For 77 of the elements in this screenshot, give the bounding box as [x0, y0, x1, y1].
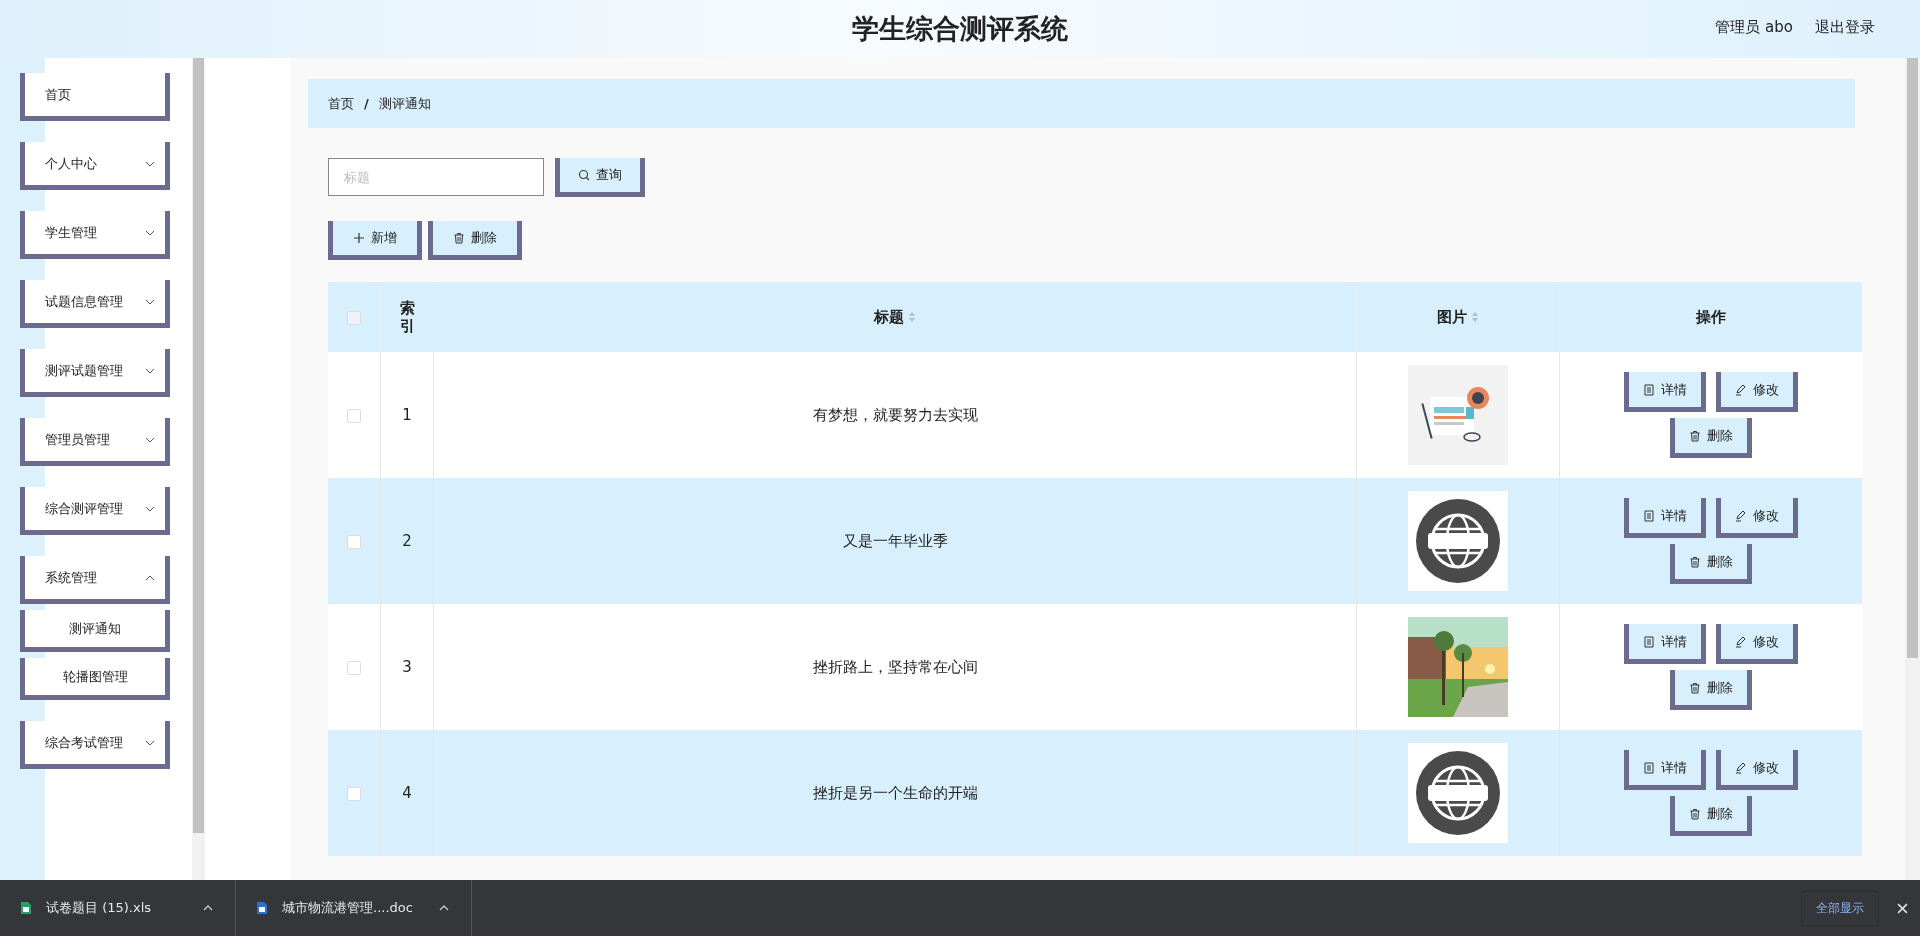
show-all-button[interactable]: 全部显示 — [1801, 890, 1879, 926]
index-cell: 3 — [402, 658, 412, 676]
submenu-item[interactable]: 测评通知 — [20, 610, 170, 652]
select-all-checkbox[interactable] — [347, 310, 361, 325]
trash-icon — [1689, 681, 1701, 694]
details-button[interactable]: 详情 — [1624, 498, 1706, 538]
delete-button[interactable]: 删除 — [1670, 670, 1752, 710]
details-button[interactable]: 详情 — [1624, 372, 1706, 412]
chevron-up-icon[interactable] — [439, 905, 449, 911]
details-button[interactable]: 详情 — [1624, 750, 1706, 790]
column-header: 图片 — [1437, 307, 1467, 327]
index-cell: 2 — [402, 532, 412, 550]
breadcrumb-link[interactable]: 首页 — [328, 94, 354, 113]
column-header: 标题 — [874, 307, 904, 327]
row-checkbox[interactable] — [347, 534, 361, 549]
document-file-icon — [256, 901, 268, 915]
document-icon — [1643, 761, 1655, 774]
index-cell: 4 — [402, 784, 412, 802]
title-cell: 挫折路上，坚持常在心间 — [812, 657, 978, 676]
pencil-icon — [1735, 761, 1747, 774]
edit-button[interactable]: 修改 — [1716, 372, 1798, 412]
chevron-up-icon[interactable] — [203, 905, 213, 911]
download-file-name[interactable]: 城市物流港管理....doc — [282, 899, 425, 917]
document-icon — [1643, 383, 1655, 396]
search-button[interactable]: 查询 — [555, 158, 645, 197]
delete-button[interactable]: 删除 — [1670, 418, 1752, 458]
trash-icon — [1689, 555, 1701, 568]
menu-item[interactable]: 管理员管理 — [20, 418, 170, 466]
search-field[interactable]: 标题 — [328, 158, 544, 196]
menu-item[interactable]: 综合测评管理 — [20, 487, 170, 535]
plus-icon — [353, 232, 365, 244]
menu-item[interactable]: 系统管理 — [20, 556, 170, 604]
trash-icon — [1689, 807, 1701, 820]
menu-item[interactable]: 综合考试管理 — [20, 721, 170, 769]
menu-item[interactable]: 学生管理 — [20, 211, 170, 259]
document-icon — [1643, 635, 1655, 648]
column-header: 索引 — [398, 299, 416, 335]
submenu-item[interactable]: 轮播图管理 — [20, 658, 170, 700]
download-file-name[interactable]: 试卷题目 (15).xls — [46, 899, 189, 917]
row-checkbox[interactable] — [347, 786, 361, 801]
document-icon — [1643, 509, 1655, 522]
menu-item[interactable]: 测评试题管理 — [20, 349, 170, 397]
pencil-icon — [1735, 635, 1747, 648]
spreadsheet-file-icon — [20, 901, 32, 915]
trash-icon — [1689, 429, 1701, 442]
menu-item[interactable]: 首页 — [20, 73, 170, 121]
add-button[interactable]: 新增 — [328, 221, 422, 260]
scrollbar[interactable] — [192, 58, 205, 880]
menu-item[interactable]: 个人中心 — [20, 142, 170, 190]
title-cell: 挫折是另一个生命的开端 — [812, 783, 978, 802]
sort-icon[interactable] — [1471, 311, 1479, 323]
app-title: 学生综合测评系统 — [852, 12, 1068, 46]
user-label: 管理员 abo — [1715, 18, 1793, 37]
menu-item[interactable]: 试题信息管理 — [20, 280, 170, 328]
logout-link[interactable]: 退出登录 — [1815, 18, 1875, 37]
title-cell: 有梦想，就要努力去实现 — [812, 405, 978, 424]
edit-button[interactable]: 修改 — [1716, 624, 1798, 664]
edit-button[interactable]: 修改 — [1716, 750, 1798, 790]
title-cell: 又是一年毕业季 — [842, 531, 948, 550]
details-button[interactable]: 详情 — [1624, 624, 1706, 664]
row-checkbox[interactable] — [347, 660, 361, 675]
delete-button[interactable]: 删除 — [1670, 544, 1752, 584]
pencil-icon — [1735, 509, 1747, 522]
index-cell: 1 — [402, 406, 412, 424]
trash-icon — [453, 232, 465, 244]
row-checkbox[interactable] — [347, 408, 361, 423]
delete-button[interactable]: 删除 — [1670, 796, 1752, 836]
breadcrumb-separator: / — [364, 96, 369, 111]
page-scrollbar[interactable] — [1905, 58, 1920, 880]
pencil-icon — [1735, 383, 1747, 396]
delete-button[interactable]: 删除 — [428, 221, 522, 260]
sort-icon[interactable] — [908, 311, 916, 323]
close-icon[interactable] — [1897, 902, 1908, 914]
breadcrumb-link[interactable]: 测评通知 — [378, 94, 431, 113]
edit-button[interactable]: 修改 — [1716, 498, 1798, 538]
column-header: 操作 — [1696, 307, 1726, 327]
search-icon — [578, 169, 590, 181]
